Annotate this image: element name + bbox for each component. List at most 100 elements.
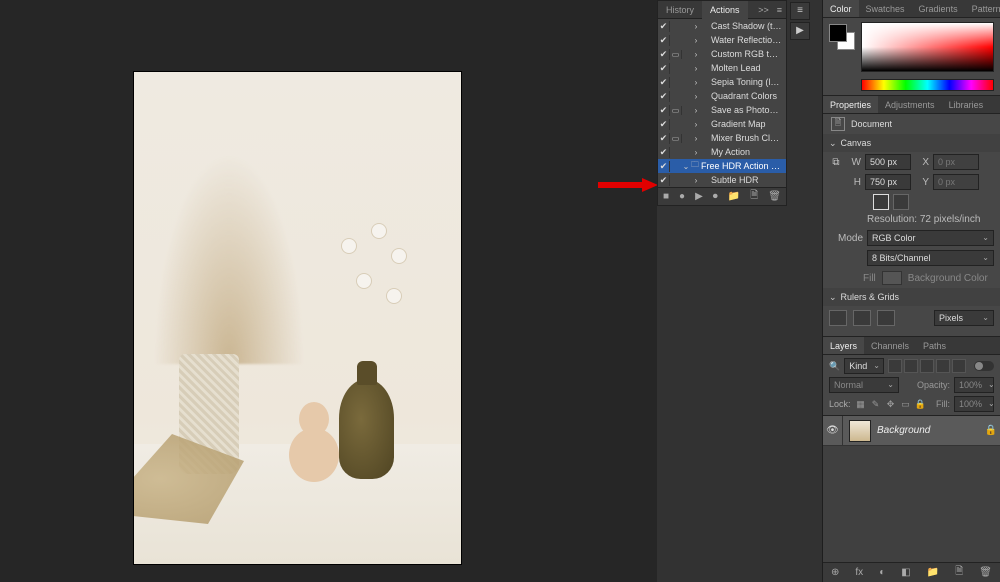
section-canvas[interactable]: ⌄ Canvas <box>823 134 1000 152</box>
action-toggle-checkbox[interactable]: ✔ <box>658 91 670 102</box>
foreground-background-swatch[interactable] <box>829 24 855 50</box>
section-rulers[interactable]: ⌄ Rulers & Grids <box>823 288 1000 306</box>
action-toggle-checkbox[interactable]: ✔ <box>658 35 670 46</box>
action-item[interactable]: ✔›Gradient Map <box>658 117 786 131</box>
hue-strip[interactable] <box>861 79 994 91</box>
action-item[interactable]: ✔›Quadrant Colors <box>658 89 786 103</box>
visibility-toggle[interactable]: 👁 <box>823 416 843 445</box>
play-button[interactable]: ▶ <box>695 191 703 202</box>
action-modal-toggle[interactable]: ▭ <box>670 50 682 59</box>
blend-mode-select[interactable]: Normal⌄ <box>829 377 899 393</box>
grid-toggle-button[interactable] <box>853 310 871 326</box>
disclosure-icon[interactable]: › <box>692 50 700 59</box>
action-toggle-checkbox[interactable]: ✔ <box>658 147 670 158</box>
action-toggle-checkbox[interactable]: ✔ <box>658 49 670 60</box>
disclosure-icon[interactable]: ⌄ <box>682 162 690 171</box>
canvas-area[interactable] <box>0 0 657 582</box>
action-modal-toggle[interactable]: ▭ <box>670 134 682 143</box>
disclosure-icon[interactable]: › <box>692 120 700 129</box>
lock-all-icon[interactable]: 🔒 <box>915 399 927 410</box>
width-input[interactable]: 500 px <box>865 154 911 170</box>
layer-row[interactable]: 👁Background🔒 <box>823 416 1000 446</box>
ruler-units-select[interactable]: Pixels⌄ <box>934 310 994 326</box>
action-item[interactable]: ✔›Cast Shadow (type) <box>658 19 786 33</box>
height-input[interactable]: 750 px <box>865 174 911 190</box>
panel-menu-button[interactable]: ≡ <box>790 2 810 20</box>
layer-list[interactable]: 👁Background🔒 <box>823 415 1000 562</box>
fill-swatch[interactable] <box>882 271 902 285</box>
new-action-button[interactable]: 🗎 <box>750 188 758 205</box>
action-item[interactable]: ✔›Subtle HDR <box>658 173 786 187</box>
action-toggle-checkbox[interactable]: ✔ <box>658 161 670 172</box>
play-button[interactable]: ▶ <box>790 22 810 40</box>
lock-pixels-icon[interactable]: ✎ <box>870 399 882 410</box>
orientation-portrait-button[interactable] <box>873 194 889 210</box>
action-toggle-checkbox[interactable]: ✔ <box>658 175 670 186</box>
filter-shape-icon[interactable] <box>936 359 950 373</box>
action-toggle-checkbox[interactable]: ✔ <box>658 133 670 144</box>
tab-gradients[interactable]: Gradients <box>912 0 965 17</box>
tab-swatches[interactable]: Swatches <box>859 0 912 17</box>
layer-thumbnail[interactable] <box>849 420 871 442</box>
color-mode-select[interactable]: RGB Color⌄ <box>867 230 994 246</box>
new-folder-button[interactable]: 📁 <box>728 191 740 202</box>
new-set-button[interactable]: ⏺ <box>713 191 718 202</box>
disclosure-icon[interactable]: › <box>692 176 700 185</box>
tab-history[interactable]: History <box>658 1 702 19</box>
orientation-landscape-button[interactable] <box>893 194 909 210</box>
disclosure-icon[interactable]: › <box>692 92 700 101</box>
delete-layer-button[interactable]: 🗑 <box>979 567 992 578</box>
panel-menu-icon[interactable]: ≡ <box>773 5 786 15</box>
action-modal-toggle[interactable]: ▭ <box>670 106 682 115</box>
bit-depth-select[interactable]: 8 Bits/Channel⌄ <box>867 250 994 266</box>
action-item[interactable]: ✔›Sepia Toning (layer) <box>658 75 786 89</box>
link-icon[interactable]: ⧉ <box>829 157 843 168</box>
stop-button[interactable]: ■ <box>663 191 669 202</box>
action-toggle-checkbox[interactable]: ✔ <box>658 63 670 74</box>
record-button[interactable]: ● <box>679 191 685 202</box>
layer-name[interactable]: Background <box>877 425 982 436</box>
color-spectrum[interactable] <box>861 22 994 72</box>
disclosure-icon[interactable]: › <box>692 22 700 31</box>
foreground-color-swatch[interactable] <box>829 24 847 42</box>
link-layers-button[interactable]: ⊕ <box>831 567 839 578</box>
add-mask-button[interactable]: ◐ <box>879 567 885 578</box>
action-toggle-checkbox[interactable]: ✔ <box>658 21 670 32</box>
new-layer-button[interactable]: 🗎 <box>955 564 963 581</box>
disclosure-icon[interactable]: › <box>692 148 700 157</box>
layer-filter-kind-select[interactable]: Kind⌄ <box>844 358 884 374</box>
disclosure-icon[interactable]: › <box>692 78 700 87</box>
action-item[interactable]: ✔▭›Mixer Brush Cloning Paint … <box>658 131 786 145</box>
action-item[interactable]: ✔▭›Save as Photoshop PDF <box>658 103 786 117</box>
tab-properties[interactable]: Properties <box>823 96 878 113</box>
panel-collapse-icon[interactable]: >> <box>754 5 773 15</box>
filter-pixel-icon[interactable] <box>888 359 902 373</box>
disclosure-icon[interactable]: › <box>692 64 700 73</box>
filter-toggle[interactable] <box>974 361 994 371</box>
tab-channels[interactable]: Channels <box>864 337 916 354</box>
lock-artboard-icon[interactable]: ▭ <box>900 399 912 410</box>
lock-transparency-icon[interactable]: ▦ <box>855 399 867 410</box>
tab-patterns[interactable]: Patterns <box>965 0 1000 17</box>
tab-paths[interactable]: Paths <box>916 337 953 354</box>
lock-position-icon[interactable]: ✥ <box>885 399 897 410</box>
tab-adjustments[interactable]: Adjustments <box>878 96 942 113</box>
action-item[interactable]: ✔›Water Reflection (type) <box>658 33 786 47</box>
tab-actions[interactable]: Actions <box>702 1 748 19</box>
disclosure-icon[interactable]: › <box>692 134 700 143</box>
guides-toggle-button[interactable] <box>877 310 895 326</box>
action-item[interactable]: ✔⌄🗀Free HDR Action - Photog… <box>658 159 786 173</box>
tab-libraries[interactable]: Libraries <box>942 96 991 113</box>
filter-adjust-icon[interactable] <box>904 359 918 373</box>
action-toggle-checkbox[interactable]: ✔ <box>658 119 670 130</box>
tab-layers[interactable]: Layers <box>823 337 864 354</box>
action-toggle-checkbox[interactable]: ✔ <box>658 77 670 88</box>
action-item[interactable]: ✔▭›Custom RGB to Grayscale <box>658 47 786 61</box>
actions-list[interactable]: ✔›Cast Shadow (type)✔›Water Reflection (… <box>658 19 786 187</box>
tab-color[interactable]: Color <box>823 0 859 17</box>
opacity-input[interactable]: 100%⌄ <box>954 377 994 393</box>
action-item[interactable]: ✔›My Action <box>658 145 786 159</box>
action-item[interactable]: ✔›Molten Lead <box>658 61 786 75</box>
fill-input[interactable]: 100%⌄ <box>954 396 994 412</box>
disclosure-icon[interactable]: › <box>692 36 700 45</box>
